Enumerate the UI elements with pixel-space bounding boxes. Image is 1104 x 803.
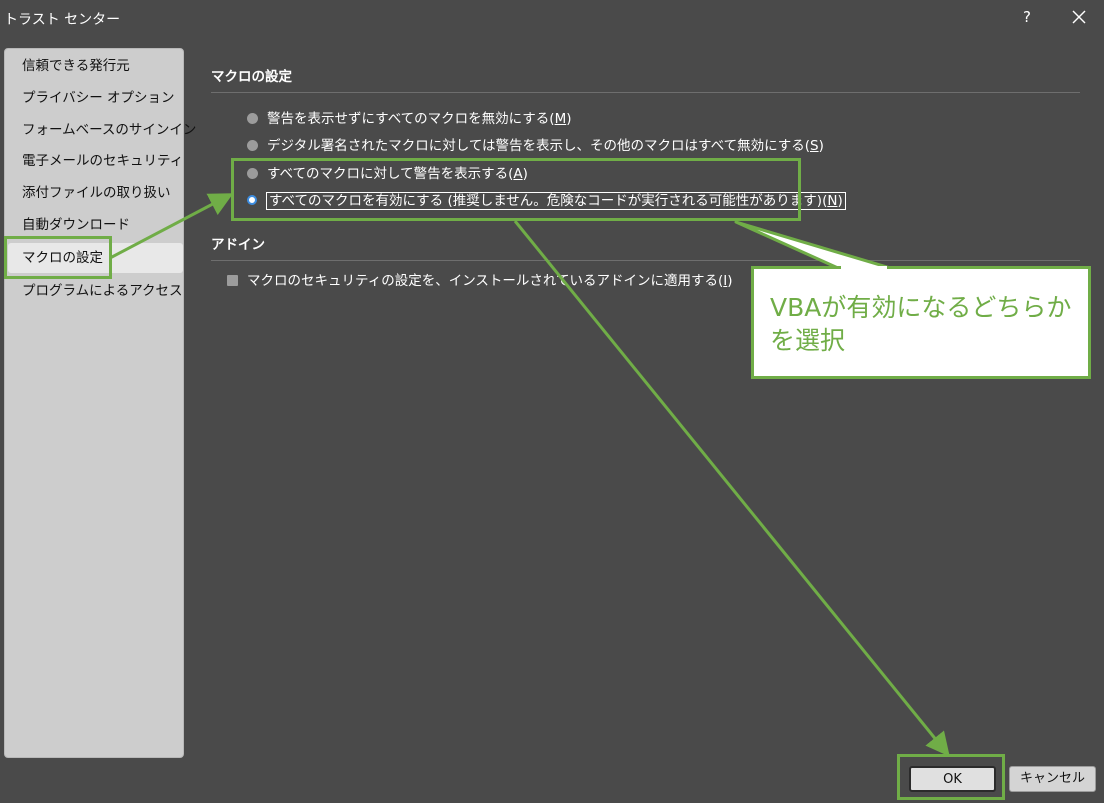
callout-tail-join bbox=[841, 266, 887, 270]
section-divider bbox=[211, 260, 1080, 261]
close-icon bbox=[1072, 10, 1086, 24]
sidebar: 信頼できる発行元 プライバシー オプション フォームベースのサインイン 電子メー… bbox=[4, 48, 196, 758]
section-divider bbox=[211, 92, 1080, 93]
annotation-highlight-sidebar bbox=[4, 236, 112, 279]
checkbox-apply-to-addins[interactable]: マクロのセキュリティの設定を、インストールされているアドインに適用する(I) bbox=[227, 270, 733, 292]
radio-disable-except-signed[interactable]: デジタル署名されたマクロに対しては警告を表示し、その他のマクロはすべて無効にする… bbox=[247, 135, 824, 157]
sidebar-item-attachment-handling[interactable]: 添付ファイルの取り扱い bbox=[8, 178, 183, 208]
macro-section-title: マクロの設定 bbox=[211, 69, 292, 85]
help-button[interactable]: ? bbox=[1017, 6, 1037, 28]
option-label: デジタル署名されたマクロに対しては警告を表示し、その他のマクロはすべて無効にする… bbox=[267, 138, 824, 154]
radio-button-icon bbox=[247, 139, 258, 151]
cancel-button[interactable]: キャンセル bbox=[1009, 766, 1096, 792]
option-label: 警告を表示せずにすべてのマクロを無効にする(M) bbox=[267, 111, 572, 127]
sidebar-item-trusted-publishers[interactable]: 信頼できる発行元 bbox=[8, 51, 183, 81]
radio-disable-all-no-warning[interactable]: 警告を表示せずにすべてのマクロを無効にする(M) bbox=[247, 108, 572, 130]
radio-button-icon bbox=[247, 112, 258, 124]
annotation-callout: VBAが有効になるどちらかを選択 bbox=[751, 266, 1091, 379]
title-bar: トラスト センター ? bbox=[0, 0, 1104, 36]
close-button[interactable] bbox=[1068, 6, 1090, 28]
trust-center-dialog: トラスト センター ? 信頼できる発行元 プライバシー オプション フォームベー… bbox=[0, 0, 1104, 803]
sidebar-item-email-security[interactable]: 電子メールのセキュリティ bbox=[8, 146, 183, 176]
sidebar-item-privacy-options[interactable]: プライバシー オプション bbox=[8, 83, 183, 113]
option-label: マクロのセキュリティの設定を、インストールされているアドインに適用する(I) bbox=[247, 273, 733, 289]
addin-section-title: アドイン bbox=[211, 237, 265, 253]
checkbox-icon bbox=[227, 274, 238, 286]
ok-button[interactable]: OK bbox=[909, 766, 996, 792]
window-title: トラスト センター bbox=[4, 12, 121, 28]
sidebar-item-programmatic-access[interactable]: プログラムによるアクセス bbox=[8, 276, 183, 306]
sidebar-item-form-based-signin[interactable]: フォームベースのサインイン bbox=[8, 115, 196, 145]
annotation-highlight-options bbox=[231, 158, 801, 221]
